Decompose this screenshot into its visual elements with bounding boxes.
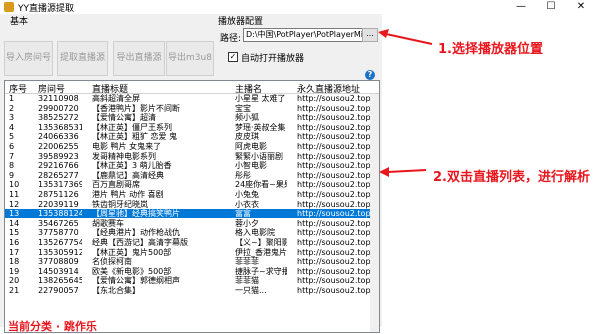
annotation-step1: 1.选择播放器位置 [438, 42, 543, 57]
arrow-2 [379, 167, 427, 177]
arrow-1 [378, 29, 433, 45]
annotation-step2: 2.双击直播列表，进行解析 [433, 170, 590, 185]
annotation-bottom: 当前分类 · 跳作乐 [8, 320, 97, 333]
app-window: YY直播源提取 — ☐ ✕ 基本 导入房间号 提取直播源 导出直播源 导出m3u… [0, 0, 600, 333]
